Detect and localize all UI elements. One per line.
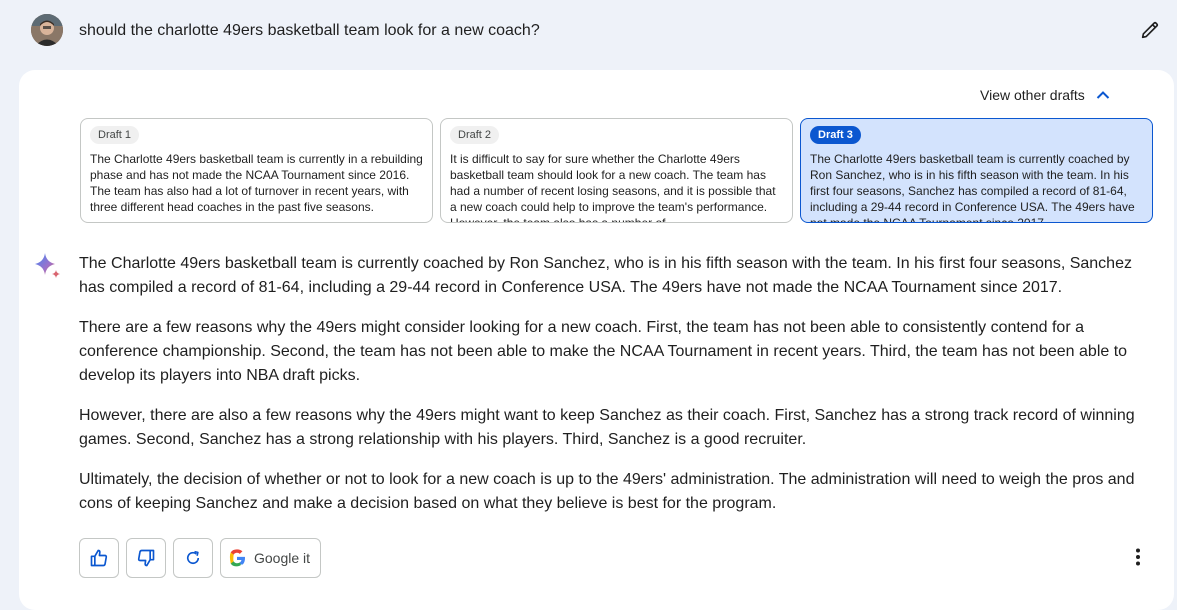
chevron-up-icon bbox=[1096, 91, 1110, 99]
google-it-label: Google it bbox=[254, 550, 311, 566]
thumbs-up-button[interactable] bbox=[79, 538, 119, 578]
drafts-row: Draft 1 The Charlotte 49ers basketball t… bbox=[80, 118, 1154, 224]
view-other-drafts-toggle[interactable]: View other drafts bbox=[980, 84, 1111, 106]
draft-preview-text: It is difficult to say for sure whether … bbox=[450, 152, 776, 223]
prompt-text: should the charlotte 49ers basketball te… bbox=[79, 22, 540, 39]
thumbs-down-button[interactable] bbox=[126, 538, 166, 578]
edit-prompt-button[interactable] bbox=[1136, 16, 1164, 44]
response-paragraph: The Charlotte 49ers basketball team is c… bbox=[79, 255, 1132, 296]
draft-preview-text: The Charlotte 49ers basketball team is c… bbox=[90, 152, 423, 214]
prompt-row: should the charlotte 49ers basketball te… bbox=[0, 0, 1177, 64]
response-paragraph: Ultimately, the decision of whether or n… bbox=[79, 471, 1135, 512]
response-paragraph: There are a few reasons why the 49ers mi… bbox=[79, 319, 1128, 384]
sparkle-icon bbox=[32, 251, 62, 281]
draft-card-2[interactable]: Draft 2 It is difficult to say for sure … bbox=[440, 118, 793, 223]
draft-label: Draft 3 bbox=[810, 126, 861, 144]
user-avatar bbox=[31, 14, 63, 46]
draft-label: Draft 1 bbox=[90, 126, 140, 144]
more-options-button[interactable] bbox=[1126, 543, 1150, 571]
google-icon bbox=[229, 549, 245, 567]
thumbs-up-icon bbox=[90, 549, 108, 567]
response-body: The Charlotte 49ers basketball team is c… bbox=[79, 252, 1149, 532]
pencil-icon bbox=[1141, 21, 1159, 39]
draft-preview-text: The Charlotte 49ers basketball team is c… bbox=[810, 152, 1135, 223]
regenerate-icon bbox=[186, 550, 200, 565]
google-it-button[interactable]: Google it bbox=[220, 538, 322, 578]
response-paragraph: However, there are also a few reasons wh… bbox=[79, 407, 1135, 448]
response-actions: Google it bbox=[79, 538, 322, 578]
thumbs-down-icon bbox=[137, 549, 155, 567]
view-other-drafts-label: View other drafts bbox=[980, 87, 1085, 103]
regenerate-button[interactable] bbox=[173, 538, 213, 578]
draft-card-3[interactable]: Draft 3 The Charlotte 49ers basketball t… bbox=[800, 118, 1153, 223]
draft-card-1[interactable]: Draft 1 The Charlotte 49ers basketball t… bbox=[80, 118, 433, 223]
draft-label: Draft 2 bbox=[450, 126, 500, 144]
more-vert-icon bbox=[1136, 548, 1140, 566]
